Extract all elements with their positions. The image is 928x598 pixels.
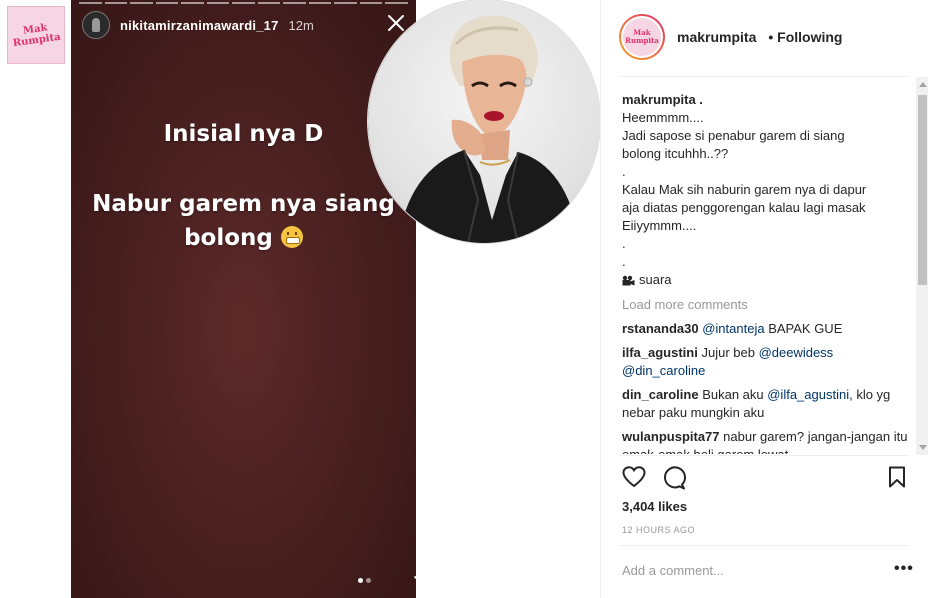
progress-segment: [232, 2, 255, 4]
caption-line: Kalau Mak sih naburin garem nya di dapur: [622, 182, 867, 197]
progress-segment: [181, 2, 204, 4]
page-dot: [358, 578, 363, 583]
bookmark-icon[interactable]: [888, 466, 906, 488]
post-header: Mak Rumpita makrumpita • Following: [619, 14, 842, 60]
story-timestamp: 12m: [288, 17, 314, 33]
audio-label: suara: [622, 271, 912, 289]
comment-mention[interactable]: @din_caroline: [622, 363, 705, 378]
comment-text: Jujur beb: [697, 345, 759, 360]
add-comment-input[interactable]: [622, 563, 872, 578]
scroll-down-arrow-icon[interactable]: [919, 445, 927, 450]
progress-segment: [359, 2, 383, 4]
comments-section: makrumpita . Heemmmm.... Jadi sapose si …: [622, 82, 912, 454]
comment-item: din_caroline Bukan aku @ilfa_agustini, k…: [622, 386, 912, 422]
post-timestamp: 12 HOURS AGO: [622, 525, 696, 535]
progress-segment: [385, 2, 408, 4]
story-text-line: Nabur garem nya siang: [92, 191, 395, 217]
post-panel: Mak Rumpita makrumpita • Following makrum…: [600, 0, 928, 598]
comment-mention[interactable]: @intanteja: [702, 321, 764, 336]
caption-username[interactable]: makrumpita .: [622, 91, 912, 109]
close-icon[interactable]: [386, 13, 406, 33]
caption-line: .: [622, 254, 626, 269]
caption-line: Jadi sapose si penabur garem di siang: [622, 128, 845, 143]
divider: [619, 455, 909, 456]
heart-icon[interactable]: [622, 466, 646, 488]
comment-username[interactable]: din_caroline: [622, 387, 699, 402]
comment-username[interactable]: ilfa_agustini: [622, 345, 698, 360]
page: Mak Rumpita nikitamirzanimawardi_17 12m I…: [0, 0, 928, 598]
avatar-logo: Mak Rumpita: [621, 16, 663, 58]
progress-segment: [79, 2, 102, 4]
scroll-up-arrow-icon[interactable]: [919, 82, 927, 87]
comment-text: Bukan aku: [698, 387, 768, 402]
follow-status[interactable]: • Following: [768, 29, 842, 45]
divider: [619, 545, 909, 546]
comment-text: BAPAK GUE: [764, 321, 843, 336]
divider: [619, 76, 909, 77]
comment-item: wulanpuspita77 nabur garem? jangan-janga…: [622, 428, 912, 454]
story-header: nikitamirzanimawardi_17 12m: [82, 11, 314, 39]
progress-segment: [334, 2, 357, 4]
story-text-heading: Inisial nya D: [163, 121, 324, 147]
comment-item: ilfa_agustini Jujur beb @deewidess @din_…: [622, 344, 912, 380]
video-camera-icon: [622, 275, 635, 285]
account-thumbnail[interactable]: Mak Rumpita: [7, 6, 65, 64]
load-more-comments-link[interactable]: Load more comments: [622, 296, 912, 314]
comment-username[interactable]: rstananda30: [622, 321, 699, 336]
progress-segment: [130, 2, 153, 4]
post-actions: [622, 466, 908, 492]
comment-icon[interactable]: [662, 466, 686, 490]
portrait-image: [368, 0, 600, 243]
caption-line: bolong itcuhhh..??: [622, 146, 729, 161]
progress-segment: [104, 2, 128, 4]
more-options-icon[interactable]: •••: [894, 560, 914, 578]
story-page-dots: [358, 578, 371, 583]
caption-line: Eiiyymmm....: [622, 218, 697, 233]
comment-mention[interactable]: @ilfa_agustini: [767, 387, 849, 402]
progress-segment: [206, 2, 230, 4]
audio-text: suara: [639, 272, 672, 287]
portrait-illustration: [398, 15, 580, 243]
send-icon[interactable]: [414, 575, 416, 595]
progress-segment: [308, 2, 332, 4]
comment-item: rstananda30 @intanteja BAPAK GUE: [622, 320, 912, 338]
story-text-line: bolong: [184, 225, 273, 251]
scrollbar-thumb[interactable]: [918, 95, 927, 285]
caption-line: .: [622, 236, 626, 251]
avatar[interactable]: Mak Rumpita: [619, 14, 665, 60]
story-viewer[interactable]: nikitamirzanimawardi_17 12m Inisial nya …: [71, 0, 416, 598]
caption-line: .: [622, 164, 626, 179]
comment-username[interactable]: wulanpuspita77: [622, 429, 720, 444]
story-text-body: Nabur garem nya siang bolong: [71, 187, 416, 255]
comment-mention[interactable]: @deewidess: [759, 345, 834, 360]
grimace-emoji-icon: [280, 226, 303, 248]
post-username[interactable]: makrumpita: [677, 29, 756, 45]
progress-segment: [155, 2, 179, 4]
progress-segment: [257, 2, 281, 4]
caption-line: Heemmmm....: [622, 110, 704, 125]
like-count[interactable]: 3,404 likes: [622, 499, 687, 514]
progress-segment: [283, 2, 306, 4]
story-username[interactable]: nikitamirzanimawardi_17: [120, 18, 279, 33]
story-progress-bar: [79, 2, 408, 4]
brand-logo: Mak Rumpita: [12, 22, 62, 50]
caption-line: aja diatas penggorengan kalau lagi masak: [622, 200, 866, 215]
comments-scrollbar[interactable]: [916, 77, 928, 455]
story-avatar[interactable]: [82, 11, 110, 39]
page-dot: [366, 578, 371, 583]
